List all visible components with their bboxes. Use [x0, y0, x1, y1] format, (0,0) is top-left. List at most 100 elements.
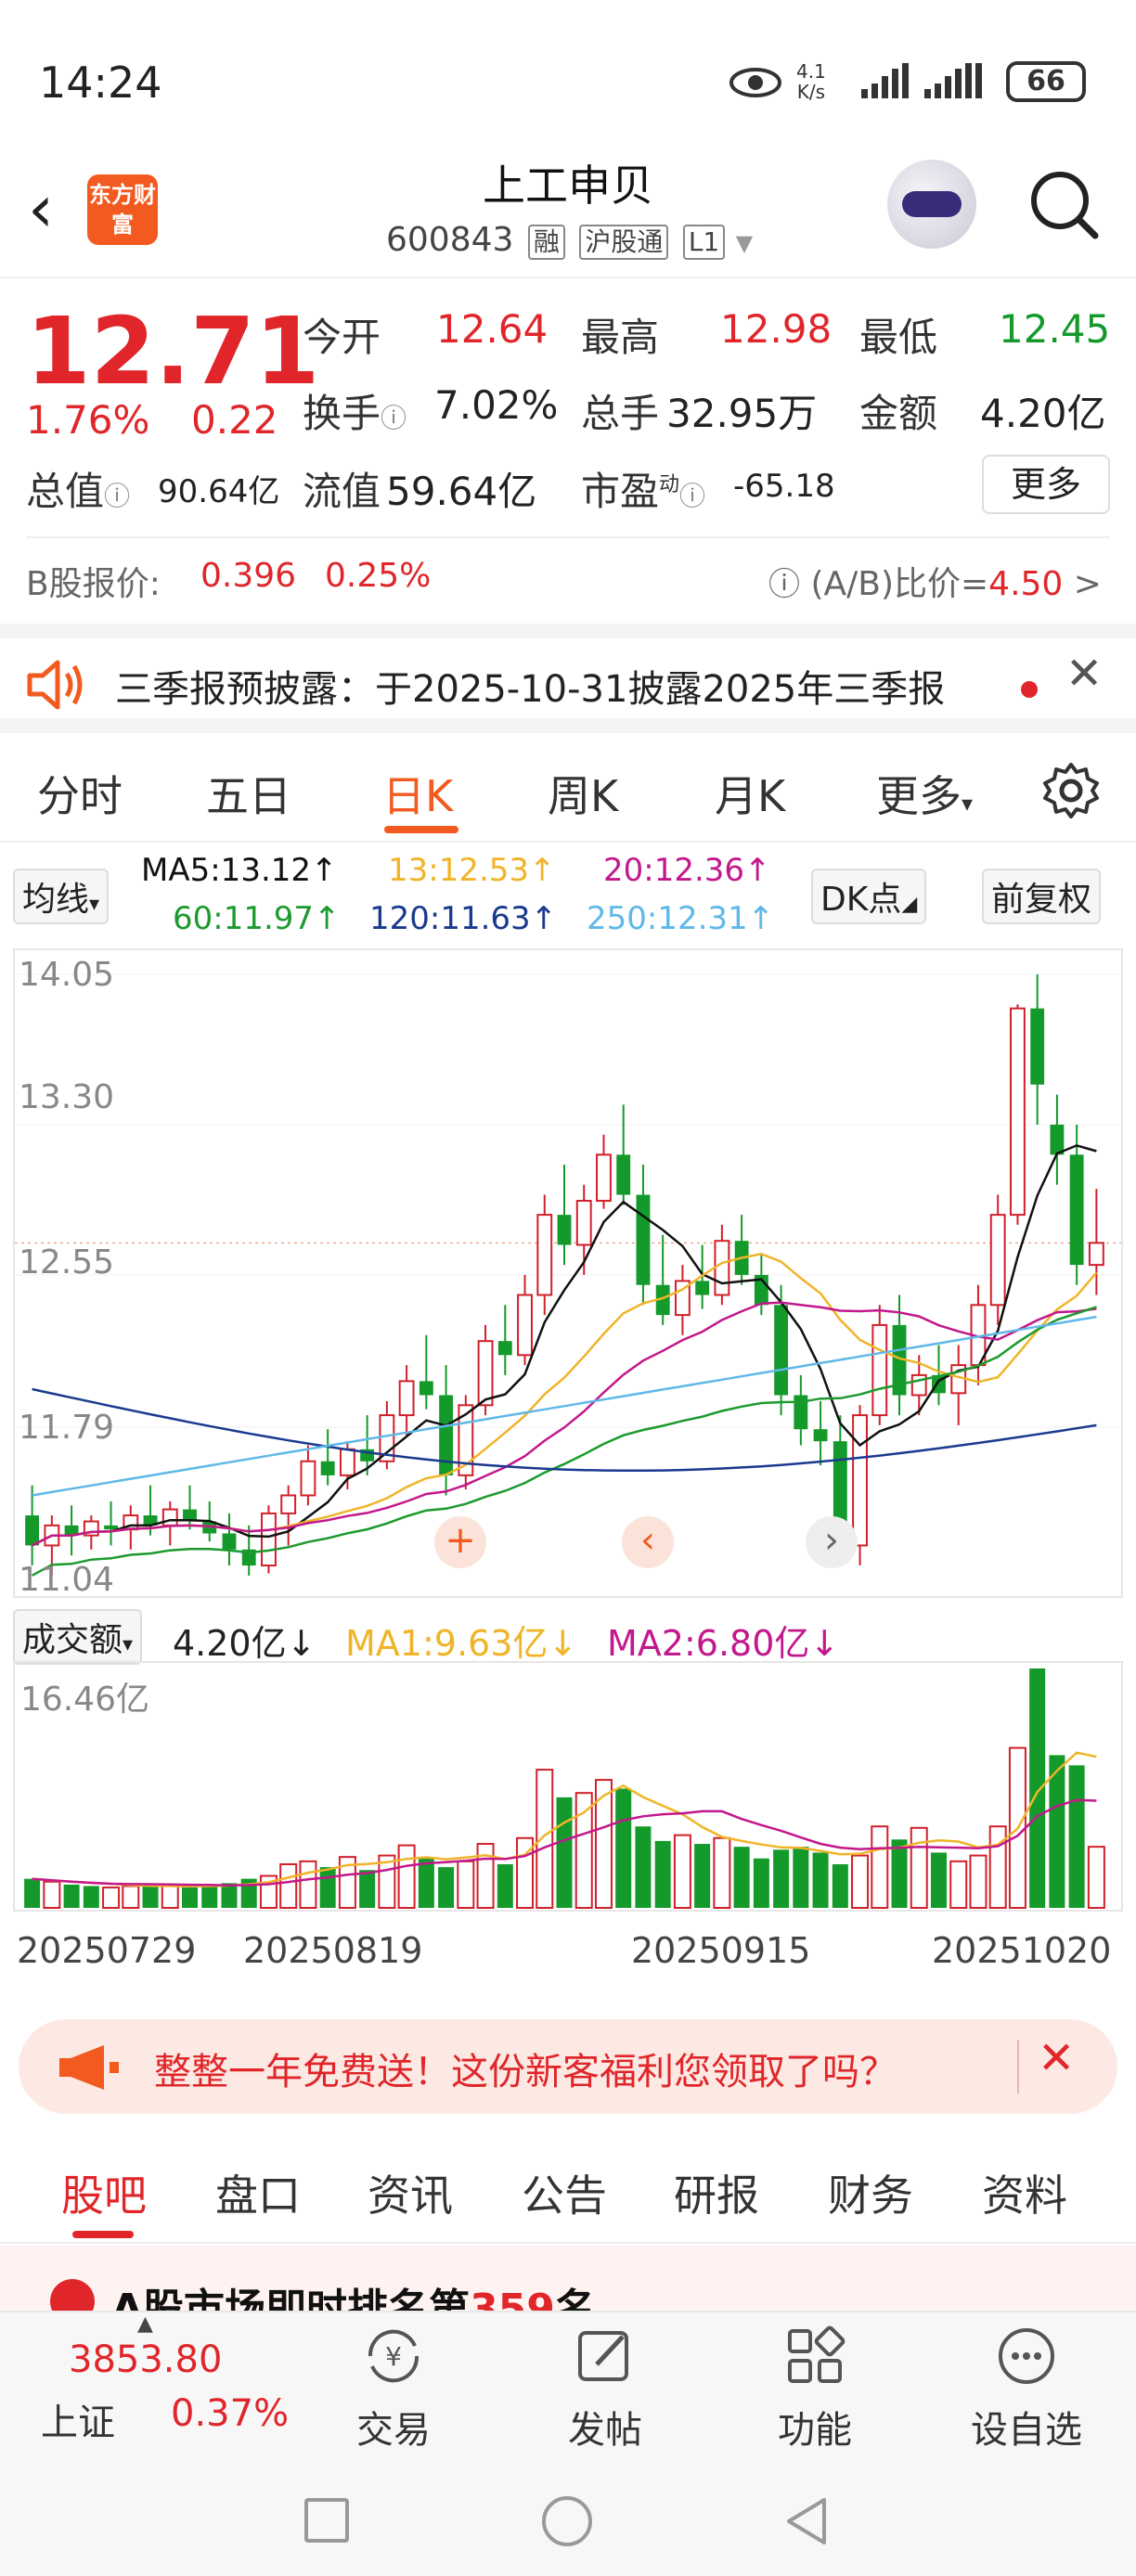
tab-finance[interactable]: 财务	[828, 2162, 913, 2223]
volume-bar	[201, 1886, 218, 1908]
chevron-left-icon[interactable]: ‹	[622, 1516, 674, 1568]
candle-body	[871, 1323, 888, 1417]
candle-body	[339, 1448, 355, 1476]
tab-forum[interactable]: 股吧	[61, 2162, 147, 2223]
volume-bar	[851, 1854, 870, 1909]
nav-trade[interactable]: ¥ 交易	[329, 2324, 458, 2454]
status-time: 14:24	[39, 58, 162, 108]
tab-more[interactable]: 更多▾	[876, 763, 973, 824]
date-tick: 20250819	[243, 1930, 423, 1971]
low-label: 最低	[859, 315, 938, 360]
back-nav-icon[interactable]	[783, 2496, 830, 2546]
robot-avatar-icon[interactable]	[887, 160, 976, 249]
dk-point-button[interactable]: DK点◢	[811, 869, 927, 924]
candle-body	[774, 1305, 789, 1396]
volume-bar	[221, 1883, 238, 1908]
recents-icon[interactable]	[304, 2498, 349, 2543]
tab-news[interactable]: 资讯	[368, 2162, 453, 2223]
candle-body	[300, 1460, 316, 1497]
turnover-label: 换手ⓘ	[303, 391, 407, 436]
volume-bar	[1029, 1668, 1046, 1908]
ma13-line	[32, 1253, 1098, 1547]
volume-bar	[83, 1886, 99, 1908]
volume-ma2: MA2:6.80亿↓	[607, 1623, 840, 1664]
content-tabs: 股吧 盘口 资讯 公告 研报 财务 资料	[0, 2132, 1136, 2244]
candle-body	[1088, 1242, 1104, 1267]
tab-daily-k[interactable]: 日K	[382, 763, 453, 824]
ma60-line	[32, 1306, 1097, 1577]
tab-profile[interactable]: 资料	[982, 2162, 1067, 2223]
tab-weekly-k[interactable]: 周K	[548, 763, 618, 824]
home-icon[interactable]	[542, 2496, 592, 2546]
close-icon[interactable]: ✕	[1065, 648, 1103, 700]
ma20-label: 20:12.36↑	[603, 852, 771, 889]
date-tick: 20250915	[631, 1930, 811, 1971]
volume-bar	[457, 1860, 475, 1909]
rank-teaser[interactable]: A股市场即时排名第359名	[0, 2246, 1136, 2311]
volume-bar	[969, 1854, 988, 1909]
chevron-right-icon[interactable]: ›	[806, 1516, 858, 1568]
svg-text:¥: ¥	[385, 2341, 402, 2372]
volume-bar	[673, 1834, 691, 1909]
functions-icon	[788, 2325, 846, 2383]
volume-bar	[122, 1885, 140, 1910]
ma120-label: 120:11.63↑	[369, 900, 558, 937]
search-icon[interactable]	[1026, 167, 1101, 241]
nav-functions[interactable]: 功能	[750, 2324, 880, 2454]
tab-monthly-k[interactable]: 月K	[715, 763, 785, 824]
close-icon[interactable]: ✕	[1038, 2032, 1075, 2084]
y-tick-label: 11.04	[19, 1561, 115, 1599]
candle-body	[222, 1533, 237, 1550]
change-pct: 1.76%	[26, 397, 150, 443]
status-bar: 14:24 4.1 K/s 66	[0, 0, 1136, 158]
candle-body	[517, 1294, 533, 1357]
tab-intraday[interactable]: 分时	[37, 763, 123, 824]
post-icon	[578, 2331, 628, 2381]
gear-icon[interactable]	[1041, 761, 1101, 820]
tab-announcements[interactable]: 公告	[522, 2162, 607, 2223]
volume-svg	[24, 1668, 1105, 1910]
volume-selector[interactable]: 成交额▾	[13, 1609, 143, 1665]
candlestick-svg	[15, 973, 1121, 1577]
volume-bar	[713, 1836, 731, 1909]
candle-body	[989, 1214, 1006, 1307]
candle-body	[852, 1414, 868, 1547]
tab-research[interactable]: 研报	[674, 2162, 759, 2223]
unread-dot	[1021, 681, 1038, 698]
nav-post[interactable]: 发帖	[540, 2324, 670, 2454]
index-value[interactable]: 3853.80	[69, 2338, 222, 2381]
promo-banner[interactable]: 整整一年免费送！这份新客福利您领取了吗？ ✕	[19, 2019, 1117, 2114]
nav-watchlist[interactable]: 设自选	[962, 2324, 1091, 2454]
candle-body	[419, 1381, 433, 1396]
candlestick-chart[interactable]: 14.05 13.30 12.55 11.79 11.04 + ‹ ›	[13, 948, 1123, 1599]
ma5-label: MA5:13.12↑	[141, 852, 338, 889]
pe-label: 市盈动ⓘ	[581, 469, 706, 514]
chart-period-tabs: 分时 五日 日K 周K 月K 更多▾	[0, 733, 1136, 843]
open-label: 今开	[303, 315, 381, 360]
volume-bar	[654, 1840, 671, 1908]
stock-code-row[interactable]: 600843 融 沪股通 L1 ▼	[386, 221, 753, 260]
candle-body	[636, 1194, 651, 1285]
amount-value: 4.20亿	[980, 391, 1106, 436]
volume-chart[interactable]: 16.46亿	[13, 1661, 1123, 1912]
volume-bar	[319, 1867, 336, 1908]
volume-bar	[497, 1863, 513, 1908]
volume-bar	[871, 1825, 889, 1909]
watchlist-icon	[999, 2328, 1054, 2384]
volume-bar	[102, 1887, 121, 1909]
tab-5day[interactable]: 五日	[206, 763, 291, 824]
candle-body	[536, 1214, 553, 1296]
promo-text: 整整一年免费送！这份新客福利您领取了吗？	[154, 2051, 897, 2093]
indicator-selector[interactable]: 均线▾	[13, 869, 110, 924]
plus-icon[interactable]: +	[434, 1516, 486, 1568]
float-value: 59.64亿	[386, 469, 537, 514]
bottom-toolbar: ▲ 3853.80 上证 0.37% ¥ 交易 发帖 功能 设自选	[0, 2311, 1136, 2459]
more-button[interactable]: 更多	[982, 455, 1110, 514]
price-adjust-button[interactable]: 前复权	[982, 869, 1102, 924]
volume-bar	[476, 1843, 495, 1909]
stock-code: 600843	[386, 221, 514, 259]
notice-banner[interactable]: 三季报预披露：于2025-10-31披露2025年三季报 ✕	[0, 624, 1136, 733]
ab-ratio[interactable]: ⓘ (A/B)比价=4.50 >	[768, 557, 1102, 605]
tab-orderbook[interactable]: 盘口	[215, 2162, 301, 2223]
volume-bar	[949, 1860, 968, 1909]
